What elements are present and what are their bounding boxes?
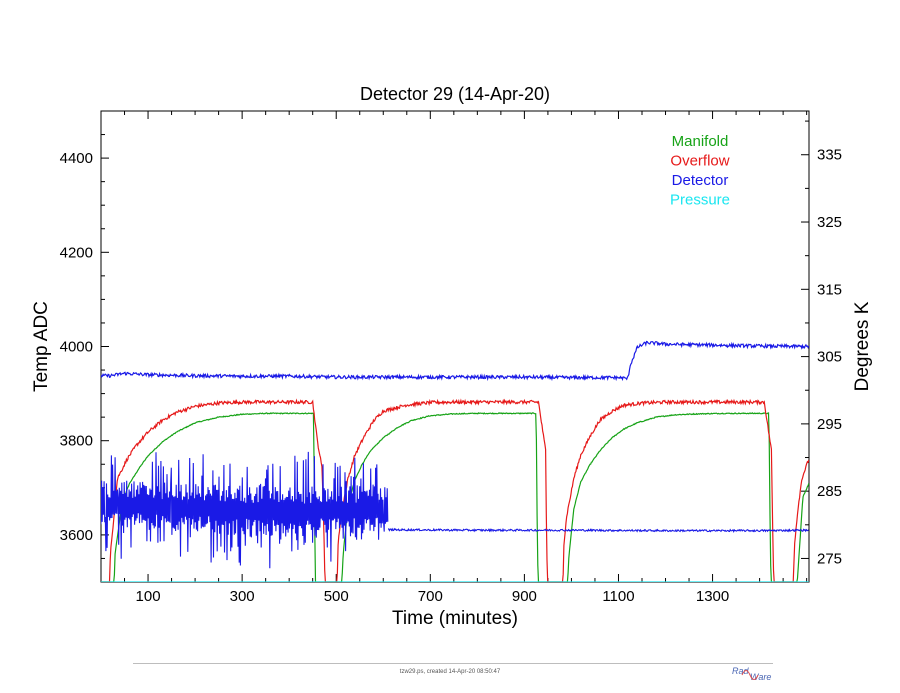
y-axis-label: Temp ADC [31,301,52,392]
y2-tick-label: 335 [817,147,842,164]
chart-title: Detector 29 (14-Apr-20) [360,84,550,104]
y2-tick-label: 285 [817,483,842,500]
logo-wave-icon [741,670,759,680]
series-overflow-line [101,398,809,582]
legend-entry-overflow: Overflow [670,153,729,170]
x-tick-label: 900 [512,588,537,605]
x-tick-label: 1300 [696,588,729,605]
radware-logo: Rad Ware [732,663,782,685]
series-group [101,340,809,582]
x-tick-label: 700 [418,588,443,605]
legend-entry-manifold: Manifold [672,133,729,150]
y2-tick-label: 295 [817,416,842,433]
y-tick-label: 3800 [60,433,93,450]
legend-entry-pressure: Pressure [670,192,730,209]
series-detector-segment [101,451,389,569]
series-detector-line [101,340,809,382]
series-detector-segment [388,527,809,534]
footer-divider [133,663,773,664]
x-tick-label: 500 [324,588,349,605]
y2-tick-label: 325 [817,214,842,231]
y-tick-label: 3600 [60,527,93,544]
x-axis-label: Time (minutes) [392,608,518,629]
chart: 100 300 500 700 900 1100 1300 3600 3800 4000 4200 4… [31,84,873,629]
x-tick-label: 100 [136,588,161,605]
y-tick-label: 4000 [60,339,93,356]
legend-entry-detector: Detector [672,172,729,189]
x-tick-label: 300 [230,588,255,605]
y-tick-label: 4200 [60,244,93,261]
y2-tick-label: 315 [817,281,842,298]
y-tick-label: 4400 [60,150,93,167]
x-tick-label: 1100 [602,588,634,605]
y2-axis-label: Degrees K [852,301,873,391]
y2-tick-label: 275 [817,550,842,567]
y2-tick-label: 305 [817,349,842,366]
